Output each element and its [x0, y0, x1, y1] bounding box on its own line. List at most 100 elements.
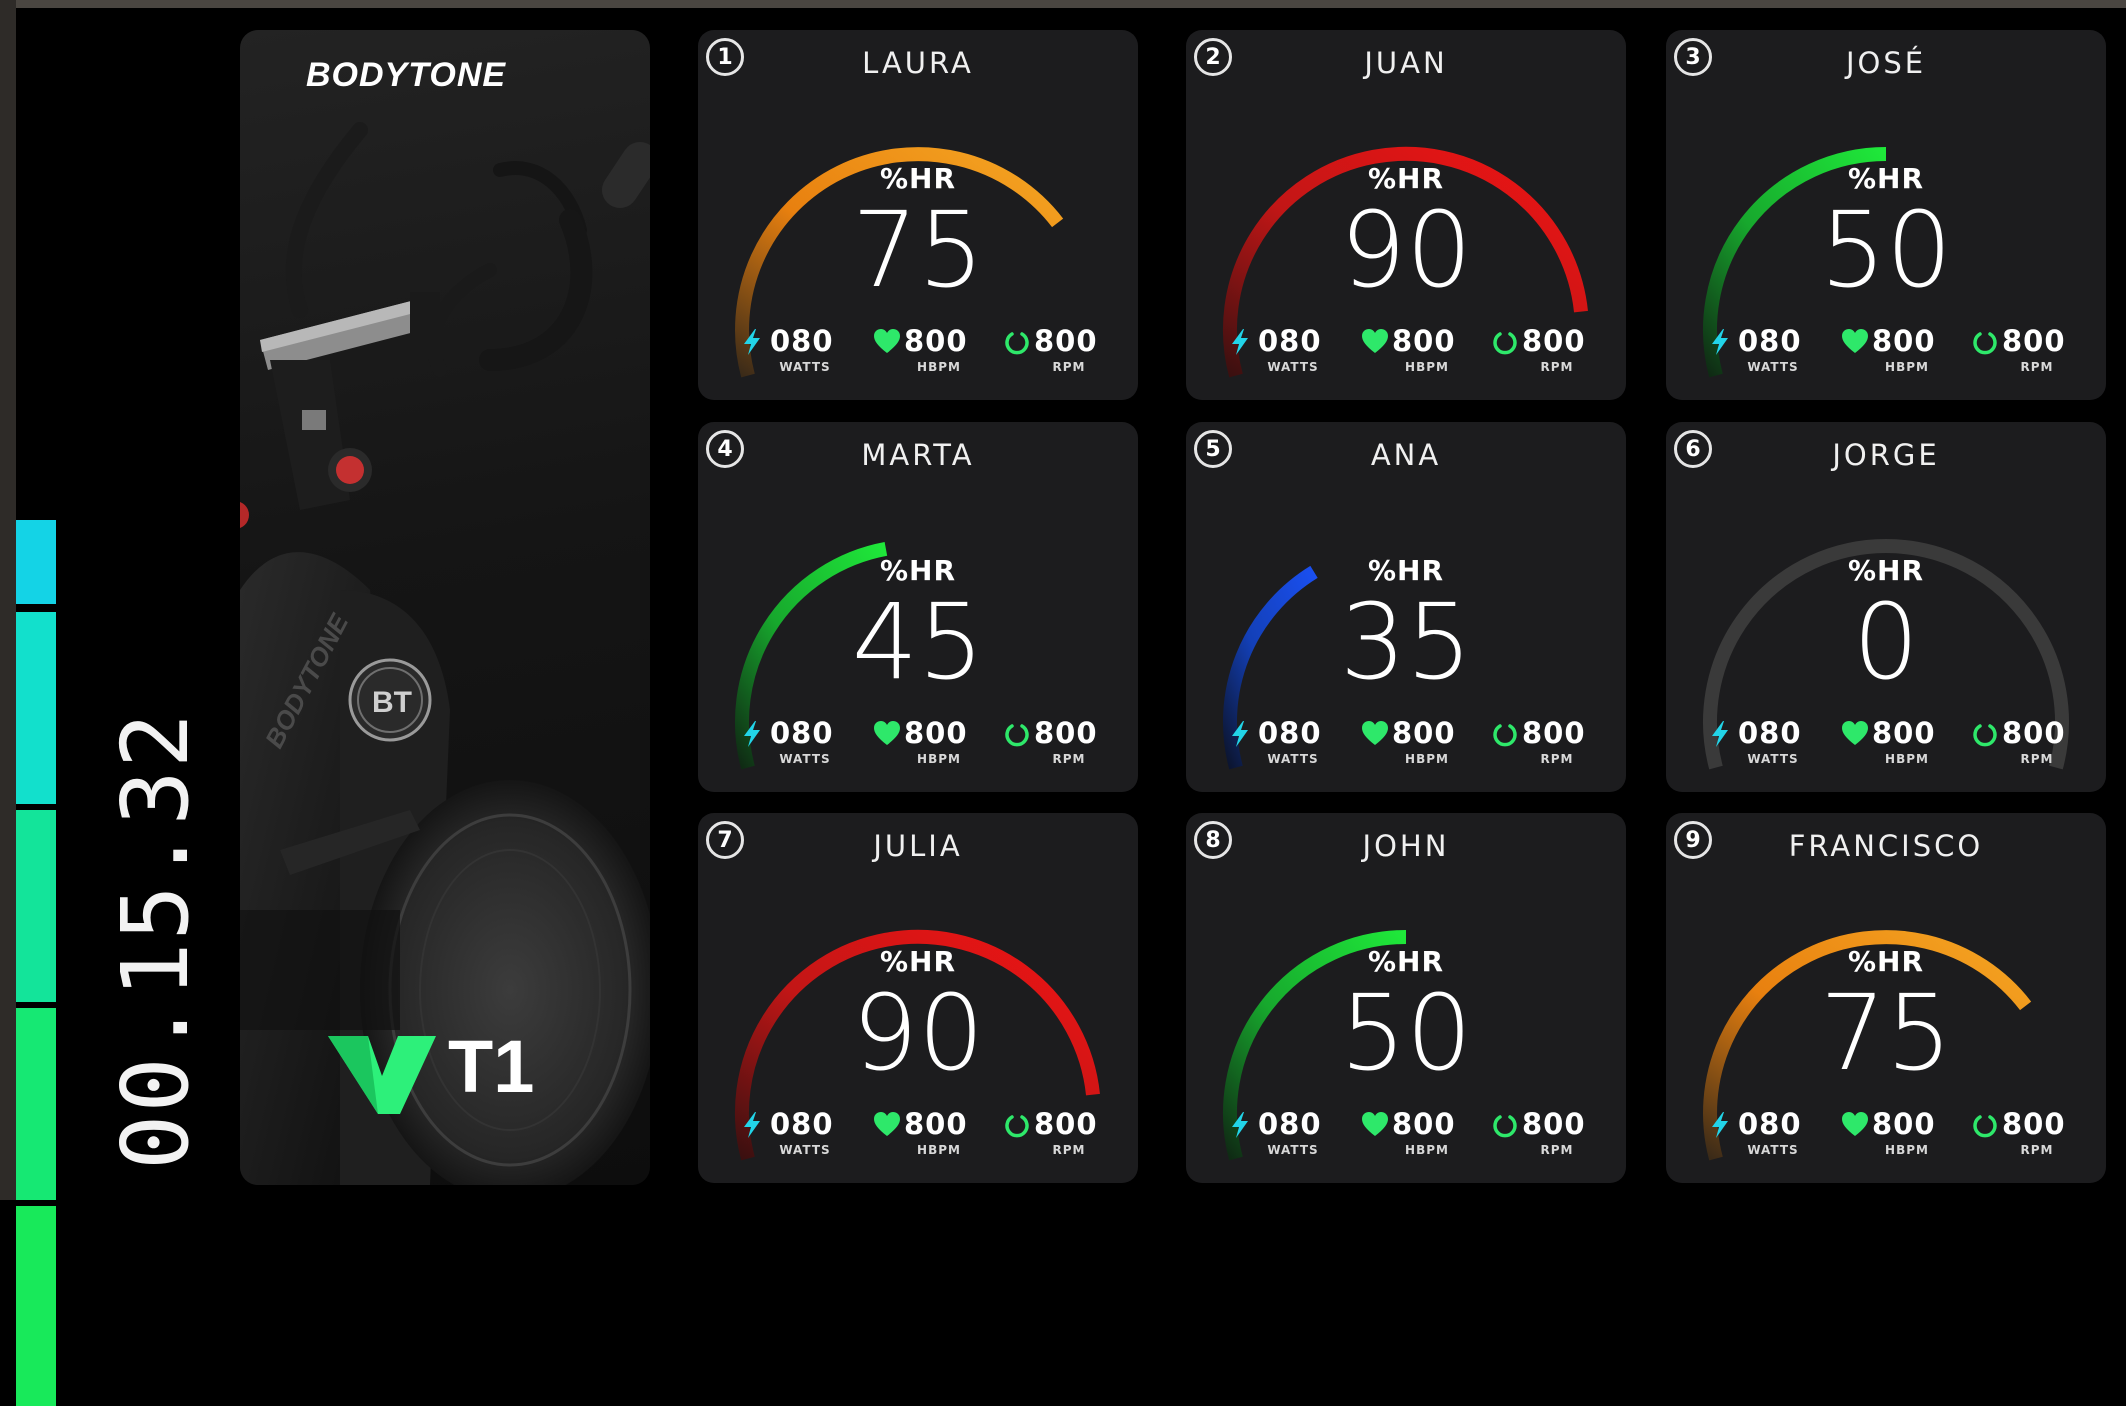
metric-value: 080 [1258, 1107, 1322, 1141]
hr-percent-value: 75 [851, 189, 985, 311]
metric-value: 800 [1034, 716, 1098, 750]
metric-unit: WATTS [1267, 1143, 1319, 1157]
lightning-icon [744, 329, 760, 355]
rotation-icon [1005, 332, 1029, 355]
metric-unit: WATTS [1267, 752, 1319, 766]
rider-card: 7 JULIA %HR 90 080 WATTS 800 HBPM 800 RPM [698, 813, 1138, 1183]
rider-card: 5 ANA %HR 35 080 WATTS 800 HBPM 800 RPM [1186, 422, 1626, 792]
metric-unit: RPM [1540, 752, 1574, 766]
rotation-icon [1973, 724, 1997, 747]
metric-value: 080 [770, 716, 834, 750]
metric-unit: WATTS [779, 360, 831, 374]
heart-icon [1362, 329, 1388, 353]
lightning-icon [1712, 721, 1728, 747]
metric-unit: HBPM [1885, 360, 1929, 374]
metric-unit: WATTS [1747, 360, 1799, 374]
lightning-icon [744, 721, 760, 747]
metric-value: 080 [1258, 324, 1322, 358]
rider-name: JULIA [873, 829, 963, 863]
bike-panel: BT BODYTONE BODYTONE T1 [240, 30, 650, 1185]
rider-card: 4 MARTA %HR 45 080 WATTS 800 HBPM 800 RPM [698, 422, 1138, 792]
heart-icon [874, 329, 900, 353]
metric-unit: WATTS [1267, 360, 1319, 374]
intensity-bar-segment [16, 1008, 56, 1200]
metric-unit: HBPM [1405, 752, 1449, 766]
metric-unit: HBPM [917, 1143, 961, 1157]
lightning-icon [744, 1112, 760, 1138]
metric-unit: HBPM [1405, 1143, 1449, 1157]
metric-unit: RPM [1052, 360, 1086, 374]
metric-unit: RPM [1052, 1143, 1086, 1157]
intensity-bar-segment [16, 612, 56, 804]
lightning-icon [1712, 329, 1728, 355]
hr-percent-value: 50 [1339, 972, 1473, 1094]
metric-value: 800 [1522, 324, 1586, 358]
hr-percent-value: 0 [1852, 581, 1920, 703]
session-timer: 00.15.32 [102, 710, 209, 1170]
dashboard: 00.15.32 BT BODYTONE BODYTONE T1 1 LAURA… [0, 0, 2126, 1406]
rider-card: 1 LAURA %HR 75 080 WATTS 800 HBPM 800 RPM [698, 30, 1138, 400]
metric-unit: HBPM [1405, 360, 1449, 374]
metric-unit: RPM [2020, 1143, 2054, 1157]
rider-card: 6 JORGE %HR 0 080 WATTS 800 HBPM 800 RPM [1666, 422, 2106, 792]
metric-value: 080 [1258, 716, 1322, 750]
metric-value: 800 [1392, 1107, 1456, 1141]
heart-icon [1362, 721, 1388, 745]
rotation-icon [1493, 1115, 1517, 1138]
heart-icon [874, 721, 900, 745]
rotation-icon [1973, 1115, 1997, 1138]
rider-card: 8 JOHN %HR 50 080 WATTS 800 HBPM 800 RPM [1186, 813, 1626, 1183]
heart-icon [1842, 329, 1868, 353]
metric-value: 800 [904, 716, 968, 750]
metric-value: 080 [1738, 1107, 1802, 1141]
rotation-icon [1493, 724, 1517, 747]
svg-text:BT: BT [372, 686, 412, 719]
metric-value: 080 [1738, 716, 1802, 750]
rider-name: JOSÉ [1845, 46, 1927, 80]
metric-value: 080 [1738, 324, 1802, 358]
left-border [0, 0, 16, 1200]
rotation-icon [1005, 724, 1029, 747]
hr-percent-value: 90 [851, 972, 985, 1094]
metric-unit: WATTS [1747, 1143, 1799, 1157]
rider-name: ANA [1370, 438, 1442, 472]
metric-unit: RPM [2020, 752, 2054, 766]
metric-value: 080 [770, 1107, 834, 1141]
lightning-icon [1232, 721, 1248, 747]
metric-value: 800 [2002, 1107, 2066, 1141]
rider-name: MARTA [861, 438, 975, 472]
metric-value: 800 [1872, 716, 1936, 750]
intensity-bar [16, 520, 56, 1406]
metric-unit: HBPM [1885, 1143, 1929, 1157]
metric-value: 800 [1872, 1107, 1936, 1141]
heart-icon [1362, 1112, 1388, 1136]
lightning-icon [1232, 329, 1248, 355]
metric-value: 800 [1522, 1107, 1586, 1141]
rotation-icon [1005, 1115, 1029, 1138]
brand-logo: BODYTONE [306, 56, 507, 94]
metric-value: 800 [904, 1107, 968, 1141]
metric-value: 800 [1392, 324, 1456, 358]
metric-unit: RPM [1540, 360, 1574, 374]
metric-unit: RPM [1540, 1143, 1574, 1157]
heart-icon [874, 1112, 900, 1136]
rider-card: 2 JUAN %HR 90 080 WATTS 800 HBPM 800 RPM [1186, 30, 1626, 400]
hr-percent-value: 35 [1339, 581, 1473, 703]
rider-card: 9 FRANCISCO %HR 75 080 WATTS 800 HBPM 800 RPM [1666, 813, 2106, 1183]
heart-icon [1842, 1112, 1868, 1136]
rotation-icon [1973, 332, 1997, 355]
metric-value: 800 [1034, 1107, 1098, 1141]
metric-value: 080 [770, 324, 834, 358]
metric-value: 800 [1392, 716, 1456, 750]
metric-unit: HBPM [917, 360, 961, 374]
metric-unit: WATTS [779, 1143, 831, 1157]
rider-name: JOHN [1362, 829, 1450, 863]
intensity-bar-segment [16, 1206, 56, 1406]
metric-value: 800 [2002, 716, 2066, 750]
hr-percent-value: 45 [851, 581, 985, 703]
rider-name: JUAN [1364, 46, 1448, 80]
rotation-icon [1493, 332, 1517, 355]
metric-unit: HBPM [1885, 752, 1929, 766]
metric-value: 800 [1522, 716, 1586, 750]
model-name: T1 [448, 1025, 535, 1108]
